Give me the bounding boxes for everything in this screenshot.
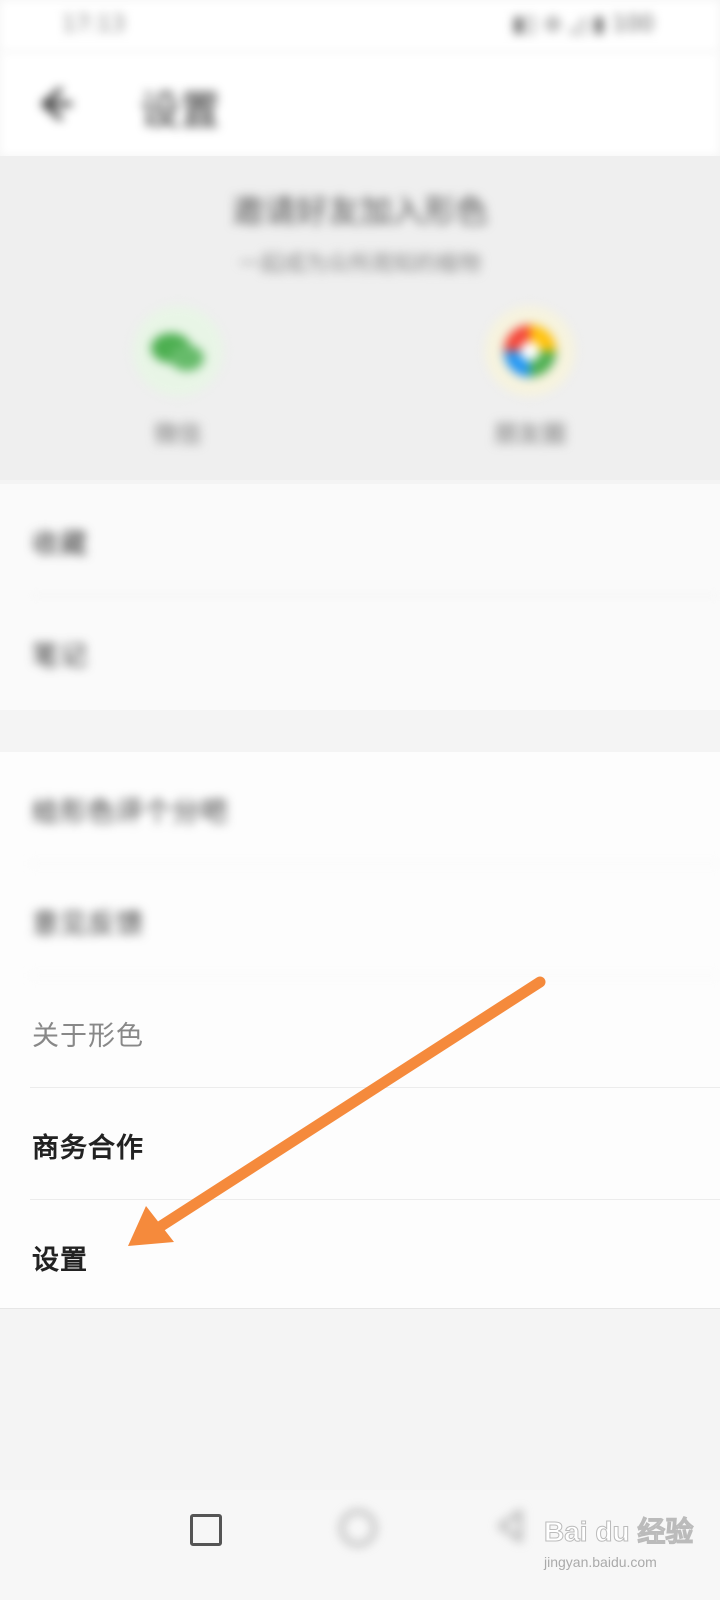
baidu-watermark: Bai du 经验 jingyan.baidu.com — [540, 1500, 710, 1580]
watermark-url: jingyan.baidu.com — [544, 1554, 657, 1570]
annotation-arrow-icon — [128, 976, 546, 1246]
home-icon[interactable] — [340, 1510, 376, 1546]
recent-apps-icon[interactable] — [190, 1514, 222, 1546]
watermark-logo: Bai du 经验 — [543, 1516, 694, 1548]
back-triangle-icon[interactable] — [494, 1508, 524, 1544]
